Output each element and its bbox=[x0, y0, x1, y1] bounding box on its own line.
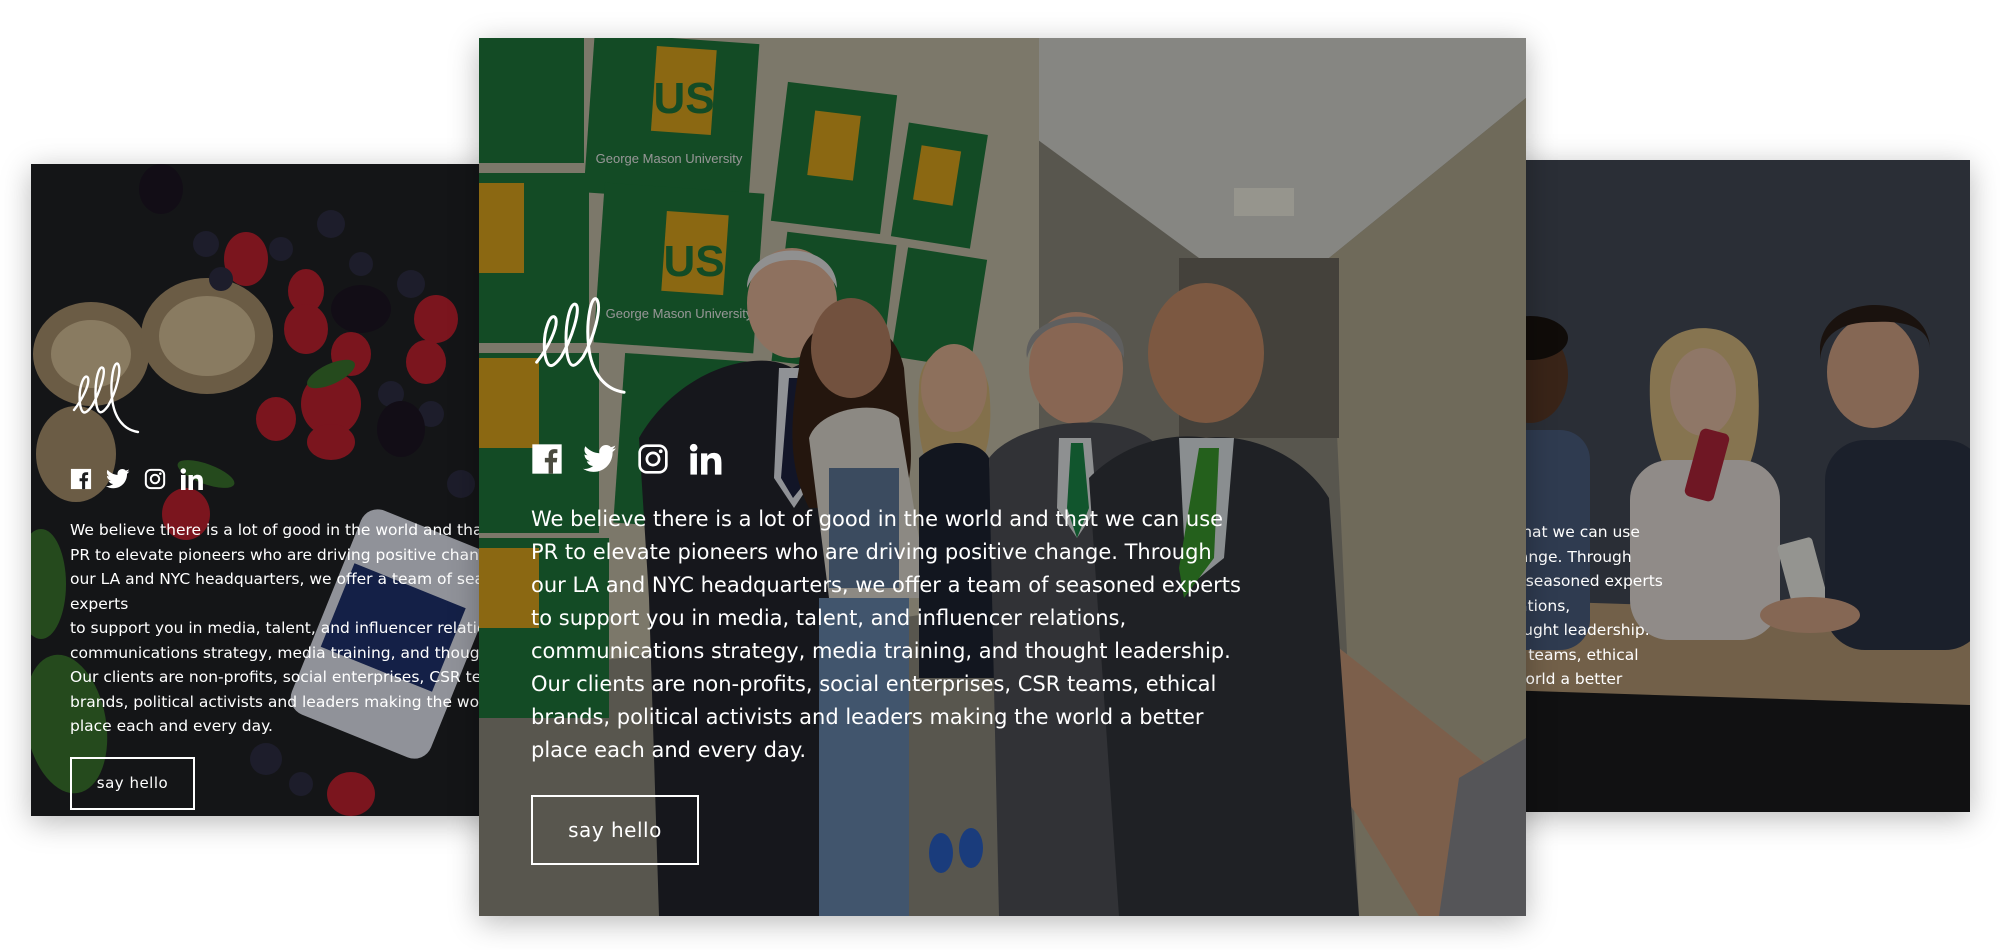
elle-logo bbox=[70, 352, 490, 434]
instagram-icon[interactable] bbox=[144, 468, 166, 494]
center-card-content: We believe there is a lot of good in the… bbox=[531, 283, 1291, 865]
left-card-content: We believe there is a lot of good in the… bbox=[70, 352, 501, 810]
elle-logo-icon bbox=[72, 362, 140, 434]
about-text: We believe there is a lot of good in the… bbox=[531, 507, 1241, 762]
twitter-icon[interactable] bbox=[105, 469, 130, 493]
instagram-icon[interactable] bbox=[637, 443, 669, 479]
social-links bbox=[531, 443, 1291, 479]
main-hero-card: US US George Mason University George Mas… bbox=[479, 38, 1526, 916]
social-links bbox=[70, 468, 490, 494]
twitter-icon[interactable] bbox=[583, 445, 617, 477]
linkedin-icon[interactable] bbox=[689, 443, 723, 479]
elle-logo bbox=[531, 283, 1291, 395]
about-text: We believe there is a lot of good in the… bbox=[70, 521, 501, 735]
say-hello-button[interactable]: say hello bbox=[531, 795, 699, 865]
facebook-icon[interactable] bbox=[531, 443, 563, 479]
facebook-icon[interactable] bbox=[70, 468, 92, 494]
say-hello-button[interactable]: say hello bbox=[70, 756, 195, 810]
linkedin-icon[interactable] bbox=[180, 468, 204, 494]
about-text-partial: e world and that we can use g positive c… bbox=[1500, 523, 1663, 688]
left-preview-card: We believe there is a lot of good in the… bbox=[31, 164, 501, 816]
right-card-content: e world and that we can use g positive c… bbox=[1500, 520, 1920, 692]
elle-logo-icon bbox=[535, 297, 626, 394]
dark-overlay bbox=[1500, 160, 1970, 812]
right-preview-card: e world and that we can use g positive c… bbox=[1500, 160, 1970, 812]
